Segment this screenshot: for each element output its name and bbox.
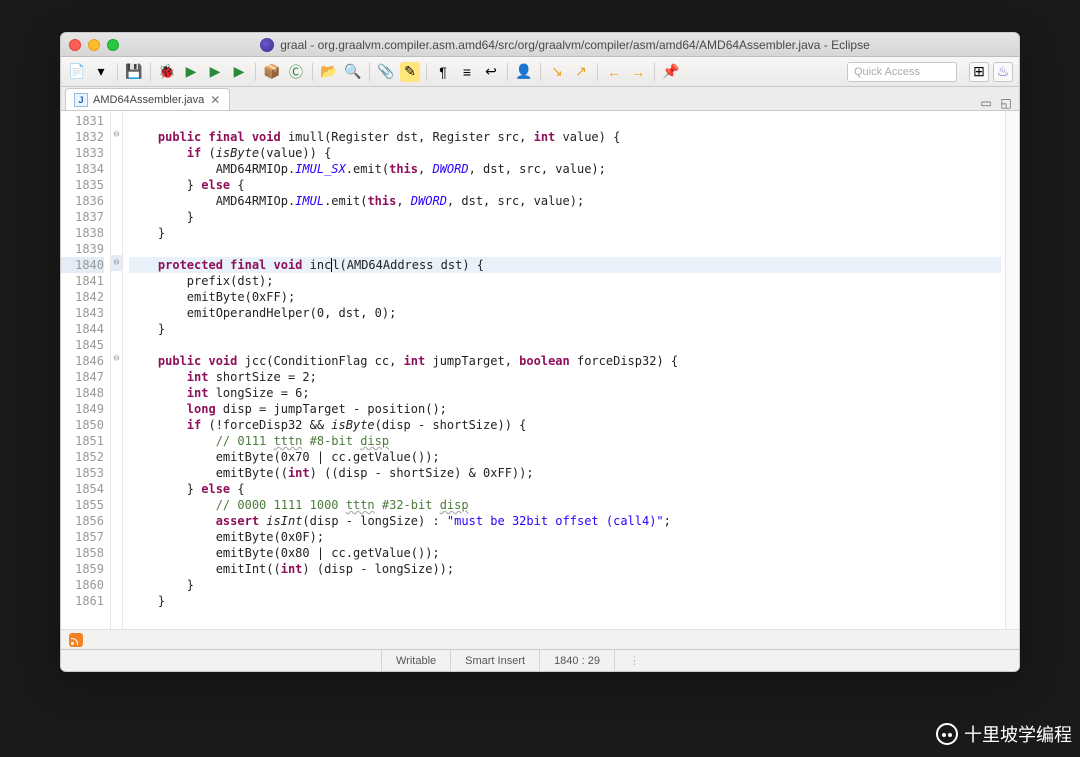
- maximize-view-button[interactable]: ◱: [999, 96, 1013, 110]
- rss-feed-icon[interactable]: [69, 633, 83, 647]
- back-button[interactable]: ←: [604, 62, 624, 82]
- new-package-button[interactable]: 📦: [262, 62, 282, 82]
- minimize-view-button[interactable]: ▭: [979, 96, 993, 110]
- status-insert-mode: Smart Insert: [450, 650, 539, 671]
- window-controls: [69, 39, 119, 51]
- prev-annotation-button[interactable]: ↗: [571, 62, 591, 82]
- minimize-window-button[interactable]: [88, 39, 100, 51]
- external-tools-button[interactable]: ▶: [229, 62, 249, 82]
- editor-tab-active[interactable]: J AMD64Assembler.java ✕: [65, 88, 230, 110]
- profile-button[interactable]: 👤: [514, 62, 534, 82]
- quick-access-input[interactable]: Quick Access: [847, 62, 957, 82]
- toggle-block-button[interactable]: ✎: [400, 62, 420, 82]
- java-file-icon: J: [74, 93, 88, 107]
- eclipse-window: graal - org.graalvm.compiler.asm.amd64/s…: [60, 32, 1020, 672]
- run-last-button[interactable]: ▶: [205, 62, 225, 82]
- overview-ruler[interactable]: [1005, 111, 1019, 629]
- quick-access-placeholder: Quick Access: [854, 66, 920, 78]
- close-window-button[interactable]: [69, 39, 81, 51]
- toggle-breadcrumb-button[interactable]: ≡: [457, 62, 477, 82]
- java-perspective-button[interactable]: ♨: [993, 62, 1013, 82]
- close-tab-button[interactable]: ✕: [209, 94, 221, 106]
- next-annotation-button[interactable]: ↘: [547, 62, 567, 82]
- pin-editor-button[interactable]: 📌: [661, 62, 681, 82]
- status-bar: Writable Smart Insert 1840 : 29 ⋮: [61, 649, 1019, 671]
- status-cursor-position: 1840 : 29: [539, 650, 614, 671]
- titlebar: graal - org.graalvm.compiler.asm.amd64/s…: [61, 33, 1019, 57]
- watermark-text: 十里坡学编程: [964, 721, 1072, 747]
- new-dropdown[interactable]: ▾: [91, 62, 111, 82]
- fold-column[interactable]: ⊖⊖⊖: [111, 111, 123, 629]
- show-whitespace-button[interactable]: ¶: [433, 62, 453, 82]
- main-toolbar: 📄 ▾ 💾 🐞 ▶ ▶ ▶ 📦 Ⓒ 📂 🔍 📎 ✎ ¶ ≡ ↩ 👤 ↘ ↗ ← …: [61, 57, 1019, 87]
- search-button[interactable]: 🔍: [343, 62, 363, 82]
- toggle-mark-button[interactable]: 📎: [376, 62, 396, 82]
- forward-button[interactable]: →: [628, 62, 648, 82]
- editor-area: J AMD64Assembler.java ✕ ▭ ◱ 183118321833…: [61, 87, 1019, 671]
- editor-tab-label: AMD64Assembler.java: [93, 94, 204, 106]
- open-type-button[interactable]: 📂: [319, 62, 339, 82]
- watermark: 十里坡学编程: [936, 721, 1072, 747]
- open-perspective-button[interactable]: ⊞: [969, 62, 989, 82]
- status-writable: Writable: [381, 650, 450, 671]
- code-content[interactable]: public final void imull(Register dst, Re…: [123, 111, 1005, 629]
- eclipse-icon: [260, 38, 274, 52]
- editor-tabs: J AMD64Assembler.java ✕ ▭ ◱: [61, 87, 1019, 111]
- new-button[interactable]: 📄: [67, 62, 87, 82]
- save-button[interactable]: 💾: [124, 62, 144, 82]
- line-number-gutter: 1831183218331834183518361837183818391840…: [61, 111, 111, 629]
- run-button[interactable]: ▶: [181, 62, 201, 82]
- toggle-word-wrap-button[interactable]: ↩: [481, 62, 501, 82]
- debug-button[interactable]: 🐞: [157, 62, 177, 82]
- zoom-window-button[interactable]: [107, 39, 119, 51]
- new-class-button[interactable]: Ⓒ: [286, 62, 306, 82]
- wechat-icon: [936, 723, 958, 745]
- code-editor[interactable]: 1831183218331834183518361837183818391840…: [61, 111, 1019, 629]
- window-title: graal - org.graalvm.compiler.asm.amd64/s…: [280, 38, 870, 52]
